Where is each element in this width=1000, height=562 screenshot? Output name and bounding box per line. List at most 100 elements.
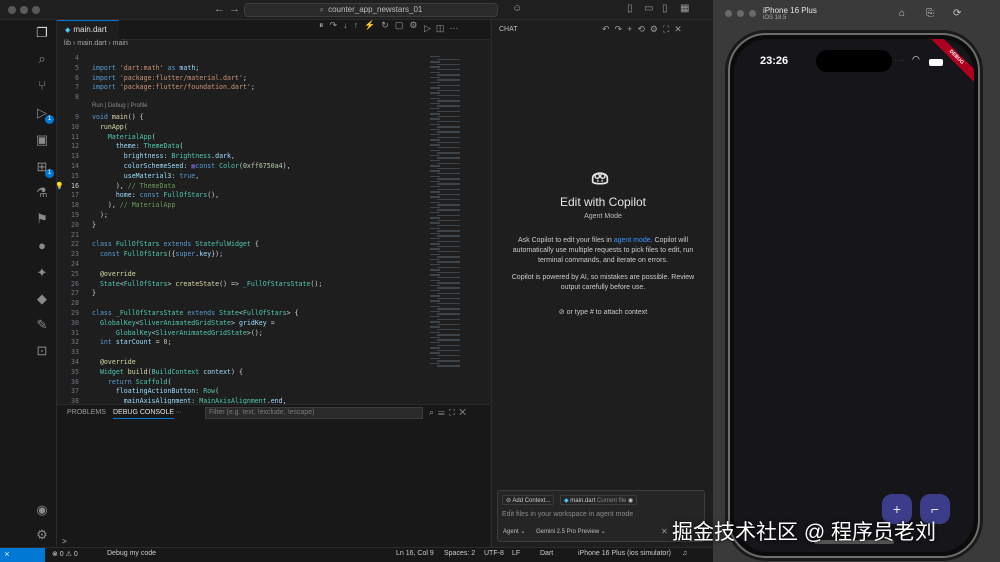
close-panel-icon[interactable]: ✕	[459, 407, 470, 417]
code-text[interactable]: GlobalKey<SliverAnimatedGridState> gridK…	[92, 318, 275, 328]
extensions-icon[interactable]: ⊞ 1	[33, 158, 54, 178]
more-actions-icon[interactable]: ⋯	[449, 23, 463, 33]
end-of-line[interactable]: LF	[512, 550, 520, 557]
app-screen[interactable]: 23:26 ···· ◠ DEBUG + ⌐	[734, 39, 974, 552]
chat-input-field[interactable]: Edit files in your workspace in agent mo…	[502, 511, 633, 518]
devtools-icon[interactable]: ⚙	[409, 20, 423, 30]
history-icon[interactable]: ⟲	[637, 24, 650, 34]
tab-debug-console[interactable]: DEBUG CONSOLE	[113, 409, 175, 419]
toggle-panel-icon[interactable]: ▭	[644, 3, 653, 14]
toggle-secondary-sidebar-icon[interactable]: ▯	[662, 3, 668, 14]
flutter-icon[interactable]: ◆	[33, 290, 51, 308]
customize-layout-icon[interactable]: ▦	[680, 3, 689, 14]
code-editor[interactable]: 4 5 import 'dart:math' as math; 6 import 'pa…	[57, 52, 490, 404]
language-mode[interactable]: Dart	[540, 550, 553, 557]
current-file-chip[interactable]: ◆ main.dart Current file ◉	[560, 495, 638, 505]
code-line[interactable]: 26 State<FullOfStars> createState() => _…	[57, 279, 477, 289]
restart-icon[interactable]: ↻	[381, 20, 395, 30]
split-editor-icon[interactable]: ◫	[436, 23, 450, 33]
code-line[interactable]: 31 GlobalKey<SliverAnimatedGridState>();	[57, 328, 477, 338]
explorer-icon[interactable]: ❐	[33, 24, 51, 42]
code-line[interactable]: 34 @override	[57, 357, 477, 367]
command-center-search[interactable]: ⌕ counter_app_newstars_01	[244, 3, 498, 17]
notifications-bell-icon[interactable]: ♫	[682, 550, 687, 557]
redo-icon[interactable]: ↷	[615, 24, 628, 34]
target-device[interactable]: iPhone 16 Plus (ios simulator)	[578, 550, 671, 557]
toggle-sidebar-icon[interactable]: ▯	[627, 3, 633, 14]
code-text[interactable]: import 'package:flutter/foundation.dart'…	[92, 82, 255, 92]
add-context-button[interactable]: ⊘ Add Context...	[502, 495, 555, 505]
debug-launch-config[interactable]: Debug my code	[107, 550, 156, 557]
code-line[interactable]: 32 int starCount = 0;	[57, 337, 477, 347]
run-debug-icon[interactable]: ▷ 1	[33, 104, 54, 124]
code-text[interactable]: import 'dart:math' as math;	[92, 63, 199, 73]
code-text[interactable]: home: const FullOfStars(),	[92, 190, 219, 200]
code-line[interactable]: 33	[57, 347, 477, 357]
code-line[interactable]: 10 runApp(	[57, 122, 477, 132]
code-line[interactable]: 36 return Scaffold(	[57, 377, 477, 387]
agent-mode-link[interactable]: agent mode	[614, 237, 651, 244]
code-text[interactable]: ), // ThemeData	[92, 181, 176, 191]
code-line[interactable]: 11 MaterialApp(	[57, 132, 477, 142]
source-control-icon[interactable]: ⑂	[33, 77, 51, 95]
remote-indicator[interactable]: ⨯	[0, 548, 45, 562]
code-line[interactable]: 22 class FullOfStars extends StatefulWidg…	[57, 239, 477, 249]
code-text[interactable]: return Scaffold(	[92, 377, 172, 387]
code-line[interactable]: 35 Widget build(BuildContext context) {	[57, 367, 477, 377]
code-text[interactable]: ), // MaterialApp	[92, 200, 176, 210]
rotate-icon[interactable]: ⟳	[953, 8, 961, 19]
remote-explorer-icon[interactable]: ▣	[33, 131, 51, 149]
close-window-button[interactable]	[725, 10, 732, 17]
code-line[interactable]: 17 home: const FullOfStars(),	[57, 190, 477, 200]
code-line[interactable]: 19 );	[57, 210, 477, 220]
code-line[interactable]: 14 colorSchemeSeed: ■const Color(0xff675…	[57, 161, 477, 171]
code-text[interactable]: import 'package:flutter/material.dart';	[92, 73, 247, 83]
settings-gear-icon[interactable]: ⚙	[33, 526, 51, 544]
code-text[interactable]: @override	[92, 357, 136, 367]
code-line[interactable]: 6 import 'package:flutter/material.dart';	[57, 73, 477, 83]
code-text[interactable]: GlobalKey<SliverAnimatedGridState>();	[92, 328, 263, 338]
stop-icon[interactable]: ▢	[395, 20, 410, 30]
debug-console-filter-input[interactable]: Filter (e.g. text, !exclude, \escape)	[205, 407, 423, 419]
code-line[interactable]: 16 ), // ThemeData 💡	[57, 181, 477, 191]
model-dropdown[interactable]: Gemini 2.5 Pro Preview ⌄	[536, 528, 606, 535]
screenshot-icon[interactable]: ⎘	[926, 8, 934, 19]
code-text[interactable]: Widget build(BuildContext context) {	[92, 367, 243, 377]
code-text[interactable]: State<FullOfStars> createState() => _Ful…	[92, 279, 322, 289]
code-line[interactable]: 28	[57, 298, 477, 308]
agent-mode-dropdown[interactable]: Agent ⌄	[503, 528, 525, 535]
github-icon[interactable]: ●	[33, 237, 51, 255]
code-line[interactable]: 25 @override	[57, 269, 477, 279]
breadcrumb-file[interactable]: main.dart	[77, 40, 106, 47]
settings-gear-icon[interactable]: ⚙	[650, 24, 663, 34]
code-text[interactable]: int starCount = 0;	[92, 337, 172, 347]
tab-main-dart[interactable]: ◆ main.dart	[57, 20, 119, 40]
code-text[interactable]: MaterialApp(	[92, 132, 156, 142]
breadcrumb-lib[interactable]: lib	[64, 40, 71, 47]
code-text[interactable]: }	[92, 288, 96, 298]
code-line[interactable]: 5 import 'dart:math' as math;	[57, 63, 477, 73]
code-line[interactable]: 13 brightness: Brightness.dark,	[57, 151, 477, 161]
run-icon[interactable]: ▷	[424, 23, 436, 33]
maximize-window-button[interactable]	[32, 6, 40, 14]
code-line[interactable]: 29 class _FullOfStarsState extends State<…	[57, 308, 477, 318]
edit-icon[interactable]: ✎	[33, 316, 51, 334]
home-icon[interactable]: ⌂	[899, 8, 905, 19]
code-text[interactable]: void main() {	[92, 112, 144, 122]
code-line[interactable]: 8	[57, 92, 477, 102]
code-line[interactable]: 15 useMaterial3: true,	[57, 171, 477, 181]
code-text[interactable]: @override	[92, 269, 136, 279]
code-line[interactable]: 9 void main() {	[57, 112, 477, 122]
step-into-icon[interactable]: ↓	[343, 20, 354, 30]
code-text[interactable]: const FullOfStars({super.key});	[92, 249, 223, 259]
cursor-position[interactable]: Ln 16, Col 9	[396, 550, 434, 557]
tools-icon[interactable]: ✕	[661, 527, 668, 536]
code-text[interactable]: runApp(	[92, 122, 128, 132]
gemini-icon[interactable]: ✦	[33, 264, 51, 282]
code-line[interactable]: 18 ), // MaterialApp	[57, 200, 477, 210]
problems-count[interactable]: ⊗ 0 ⚠ 0	[52, 550, 78, 558]
code-line[interactable]: 30 GlobalKey<SliverAnimatedGridState> gr…	[57, 318, 477, 328]
eye-icon[interactable]: ◉	[628, 498, 633, 504]
clear-console-icon[interactable]: ☰	[438, 407, 449, 417]
maximize-window-button[interactable]	[749, 10, 756, 17]
